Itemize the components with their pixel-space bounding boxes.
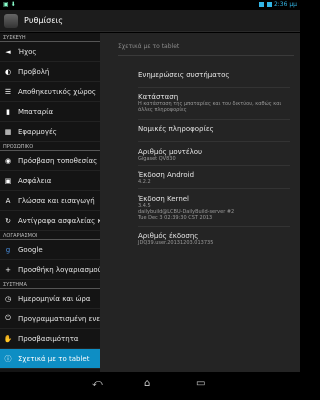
- status-time: 2:36: [273, 1, 288, 8]
- status-icons: [259, 2, 272, 7]
- sidebar-item-language[interactable]: A Γλώσσα και εισαγωγή: [0, 191, 100, 211]
- pref-title: Νομικές πληροφορίες: [138, 125, 214, 133]
- sidebar-item-display[interactable]: ◐ Προβολή: [0, 62, 100, 82]
- sidebar-item-label: Σχετικά με το tablet: [18, 354, 90, 363]
- app-title: Ρυθμίσεις: [24, 16, 63, 25]
- pref-title: Έκδοση Android: [138, 171, 195, 179]
- backup-icon: ↻: [5, 216, 11, 225]
- notification-icons: ▣ ⬇: [3, 1, 16, 8]
- sidebar-item-label: Προγραμματισμένη ενερ: [18, 314, 100, 323]
- pref-summary: 4.2.2: [138, 179, 151, 185]
- apps-icon: ▦: [4, 127, 12, 136]
- sidebar-item-label: Μπαταρία: [18, 107, 54, 116]
- language-icon: A: [5, 196, 11, 205]
- pref-build-number[interactable]: Αριθμός έκδοσης JDQ39.user.20131203.0137…: [138, 232, 288, 246]
- sidebar-item-scheduled-power[interactable]: ⏻ Προγραμματισμένη ενερ: [0, 309, 100, 329]
- pref-divider: [138, 188, 290, 189]
- pref-summary: Η κατάσταση της μπαταρίας και του δικτύο…: [138, 101, 282, 113]
- pref-model-number: Αριθμός μοντέλου Gigaset QV830: [138, 148, 288, 162]
- sidebar-item-sound[interactable]: ◄ Ήχος: [0, 42, 100, 62]
- battery-icon: ▮: [6, 107, 10, 116]
- sidebar-item-label: Προσθήκη λογαριασμού: [18, 265, 100, 274]
- pref-legal-info[interactable]: Νομικές πληροφορίες: [138, 125, 288, 133]
- status-clock: 2:36 μμ: [274, 1, 297, 8]
- sidebar-item-label: Google: [18, 245, 43, 254]
- settings-app-icon[interactable]: [4, 14, 18, 28]
- sidebar-item-add-account[interactable]: + Προσθήκη λογαριασμού: [0, 260, 100, 280]
- pref-divider: [138, 141, 290, 142]
- location-icon: ◉: [4, 156, 12, 165]
- section-header-accounts: ΛΟΓΑΡΙΑΣΜΟΙ: [0, 231, 100, 240]
- sidebar-item-about-tablet[interactable]: ⓘ Σχετικά με το tablet: [0, 349, 100, 369]
- home-icon[interactable]: ⌂: [144, 378, 150, 389]
- system-nav-bar: ⤺ ⌂ ▭: [0, 372, 300, 400]
- status-ampm: μμ: [289, 1, 297, 8]
- sidebar-item-label: Γλώσσα και εισαγωγή: [18, 196, 95, 205]
- brightness-icon: ◐: [4, 67, 12, 76]
- pref-title: Αριθμός έκδοσης: [138, 232, 199, 240]
- sidebar-item-accessibility[interactable]: ✋ Προσβασιμότητα: [0, 329, 100, 349]
- sidebar-item-label: Ασφάλεια: [18, 176, 52, 185]
- sidebar-item-date-time[interactable]: ◷ Ημερομηνία και ώρα: [0, 289, 100, 309]
- pref-android-version[interactable]: Έκδοση Android 4.2.2: [138, 171, 288, 185]
- settings-sidebar: ΣΥΣΚΕΥΗ ◄ Ήχος ◐ Προβολή ☰ Αποθηκευτικός…: [0, 33, 100, 372]
- sidebar-item-label: Πρόσβαση τοποθεσίας: [18, 156, 98, 165]
- back-icon[interactable]: ⤺: [92, 378, 103, 389]
- pref-title: Κατάσταση: [138, 93, 179, 101]
- pref-kernel-version: Έκδοση Kernel 3.4.5 dailybuild@LCBU-Dail…: [138, 195, 288, 221]
- accessibility-icon: ✋: [3, 334, 13, 343]
- google-icon: g: [5, 245, 11, 254]
- pref-status[interactable]: Κατάσταση Η κατάσταση της μπαταρίας και …: [138, 93, 288, 113]
- sidebar-item-backup[interactable]: ↻ Αντίγραφα ασφαλείας κ: [0, 211, 100, 231]
- pref-summary: 3.4.5 dailybuild@LCBU-DailyBuild-server …: [138, 203, 235, 221]
- pref-title: Αριθμός μοντέλου: [138, 148, 203, 156]
- sidebar-item-storage[interactable]: ☰ Αποθηκευτικός χώρος: [0, 82, 100, 102]
- sidebar-item-label: Προσβασιμότητα: [18, 334, 79, 343]
- section-header-personal: ΠΡΟΣΩΠΙΚΟ: [0, 142, 100, 151]
- clock-icon: ◷: [4, 294, 12, 303]
- storage-icon: ☰: [4, 87, 12, 96]
- sidebar-item-location[interactable]: ◉ Πρόσβαση τοποθεσίας: [0, 151, 100, 171]
- pref-system-updates[interactable]: Ενημερώσεις συστήματος: [138, 71, 288, 79]
- section-header-device: ΣΥΣΚΕΥΗ: [0, 33, 100, 42]
- sidebar-item-apps[interactable]: ▦ Εφαρμογές: [0, 122, 100, 142]
- sidebar-item-security[interactable]: ▣ Ασφάλεια: [0, 171, 100, 191]
- pref-divider: [138, 226, 290, 227]
- sidebar-item-label: Αντίγραφα ασφαλείας κ: [18, 216, 100, 225]
- sidebar-item-label: Ημερομηνία και ώρα: [18, 294, 91, 303]
- pref-divider: [138, 87, 290, 88]
- pref-summary: Gigaset QV830: [138, 156, 176, 162]
- recents-icon[interactable]: ▭: [196, 378, 205, 389]
- pref-divider: [138, 119, 290, 120]
- status-bar: ▣ ⬇ 2:36 μμ: [0, 0, 300, 10]
- pref-divider: [138, 165, 290, 166]
- sidebar-item-battery[interactable]: ▮ Μπαταρία: [0, 102, 100, 122]
- sidebar-item-label: Αποθηκευτικός χώρος: [18, 87, 97, 96]
- plus-icon: +: [5, 265, 11, 274]
- lock-icon: ▣: [4, 176, 12, 185]
- wifi-icon: [259, 2, 264, 7]
- pref-title: Ενημερώσεις συστήματος: [138, 71, 230, 79]
- battery-status-icon: [267, 2, 272, 7]
- info-icon: ⓘ: [4, 354, 12, 363]
- sidebar-item-google[interactable]: g Google: [0, 240, 100, 260]
- sidebar-item-label: Εφαρμογές: [18, 127, 57, 136]
- pref-title: Έκδοση Kernel: [138, 195, 190, 203]
- panel-title: Σχετικά με το tablet: [118, 43, 180, 50]
- speaker-icon: ◄: [5, 47, 11, 56]
- about-tablet-panel: Σχετικά με το tablet Ενημερώσεις συστήμα…: [100, 33, 300, 372]
- sidebar-item-label: Προβολή: [18, 67, 50, 76]
- pref-summary: JDQ39.user.20131203.013735: [138, 240, 214, 246]
- section-header-system: ΣΥΣΤΗΜΑ: [0, 280, 100, 289]
- sidebar-item-label: Ήχος: [18, 47, 37, 56]
- panel-header: Σχετικά με το tablet: [100, 33, 300, 61]
- power-schedule-icon: ⏻: [5, 314, 11, 322]
- action-bar: Ρυθμίσεις: [0, 10, 300, 32]
- panel-header-divider: [118, 55, 294, 56]
